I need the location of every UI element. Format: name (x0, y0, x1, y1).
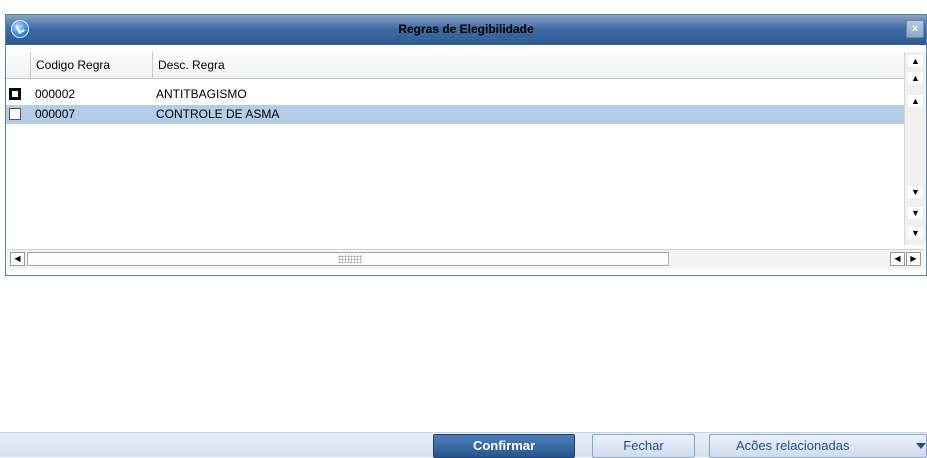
scroll-right-icon[interactable]: ▶ (906, 252, 921, 266)
close-icon[interactable]: × (906, 20, 924, 38)
scroll-up-icon[interactable]: ▲ (908, 95, 923, 107)
horizontal-scroll-thumb[interactable] (27, 252, 669, 266)
close-button[interactable]: Fechar (592, 434, 695, 458)
cell-descricao: ANTITBAGISMO (156, 87, 247, 101)
chevron-down-icon[interactable] (916, 443, 926, 449)
rules-grid: Codigo Regra Desc. Regra (6, 52, 904, 245)
page-up-icon[interactable]: ▲ (908, 72, 923, 84)
related-actions-label: Acões relacionadas (736, 438, 850, 453)
table-row[interactable]: 000007 CONTROLE DE ASMA (6, 105, 904, 124)
scroll-first-icon[interactable]: ▲ (908, 55, 923, 67)
dialog-title: Regras de Elegibilidade (398, 22, 534, 36)
table-row[interactable]: 000002 ANTITBAGISMO (6, 85, 904, 104)
grid-header: Codigo Regra Desc. Regra (6, 52, 904, 79)
row-checkbox[interactable] (9, 108, 21, 120)
cell-codigo: 000002 (35, 87, 76, 101)
dialog-titlebar: Regras de Elegibilidade × (6, 15, 926, 45)
column-header-codigo[interactable]: Codigo Regra (31, 52, 153, 78)
scroll-left-icon[interactable]: ◀ (10, 252, 25, 266)
scroll-down-icon[interactable]: ▼ (908, 186, 923, 198)
related-actions-button[interactable]: Acões relacionadas (709, 434, 927, 458)
grip-icon (338, 255, 362, 263)
scroll-right-icon[interactable]: ◀ (890, 252, 905, 266)
scroll-last-icon[interactable]: ▼ (908, 227, 923, 239)
horizontal-scrollbar[interactable]: ◀ ◀ ▶ (7, 249, 924, 269)
column-header-select[interactable] (6, 52, 31, 78)
rules-dialog: Regras de Elegibilidade × Codigo Regra D… (5, 14, 927, 276)
vertical-scrollbar[interactable]: ▲ ▲ ▲ ▼ ▼ ▼ (904, 52, 926, 245)
row-checkbox[interactable] (9, 88, 21, 100)
cell-descricao: CONTROLE DE ASMA (156, 107, 280, 121)
column-header-descricao[interactable]: Desc. Regra (153, 52, 904, 78)
confirm-button[interactable]: Confirmar (433, 434, 575, 458)
cell-codigo: 000007 (35, 107, 76, 121)
page-down-icon[interactable]: ▼ (908, 207, 923, 219)
